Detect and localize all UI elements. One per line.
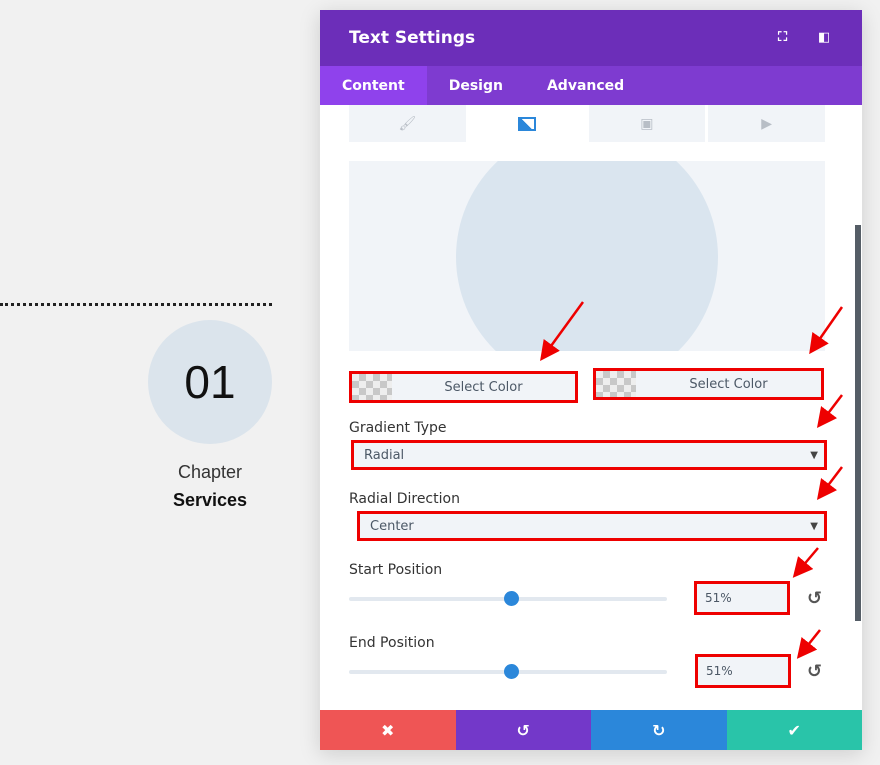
start-position-label: Start Position (349, 562, 443, 578)
slider-handle[interactable] (503, 664, 519, 679)
modal-tabs: Content Design Advanced (320, 66, 862, 105)
gradient-icon[interactable] (468, 105, 586, 142)
transparent-swatch (352, 374, 392, 400)
gradient-color-2-button[interactable]: Select Color (593, 368, 824, 400)
select-color-label: Select Color (689, 376, 768, 392)
scrollbar[interactable] (855, 225, 861, 621)
modal-title: Text Settings (349, 28, 476, 48)
image-icon[interactable]: ▣ (588, 105, 706, 142)
gradient-preview (349, 161, 825, 351)
modal-header: Text Settings ⛶ ◧ (320, 10, 862, 66)
paint-bucket-icon[interactable]: 🖌 (349, 105, 466, 142)
chapter-label: Chapter (177, 462, 243, 482)
select-color-label: Select Color (444, 379, 523, 395)
end-position-slider[interactable] (349, 664, 667, 679)
close-button[interactable]: ✖ (320, 710, 456, 750)
gradient-color-1-button[interactable]: Select Color (349, 371, 578, 403)
reset-icon[interactable]: ↺ (807, 661, 822, 682)
undo-button[interactable]: ↺ (455, 710, 591, 750)
chapter-title: Services (172, 490, 248, 510)
check-icon: ✔ (787, 720, 801, 740)
sidebar-layout-icon[interactable]: ◧ (818, 30, 832, 45)
slider-handle[interactable] (503, 591, 519, 606)
radial-direction-label: Radial Direction (349, 491, 460, 507)
redo-button[interactable]: ↻ (591, 710, 727, 750)
text-settings-modal: Text Settings ⛶ ◧ Content Design Advance… (320, 10, 862, 750)
gradient-type-label: Gradient Type (349, 420, 447, 436)
save-button[interactable]: ✔ (726, 710, 862, 750)
video-icon[interactable]: ▶ (708, 105, 825, 142)
reset-icon[interactable]: ↺ (807, 588, 822, 609)
dotted-divider (0, 303, 272, 306)
tab-advanced[interactable]: Advanced (525, 66, 646, 105)
chevron-down-icon: ▼ (810, 449, 818, 461)
radial-direction-select[interactable]: Center ▼ (357, 511, 827, 541)
tab-design[interactable]: Design (427, 66, 525, 105)
undo-icon: ↺ (516, 720, 530, 740)
modal-footer: ✖ ↺ ↻ ✔ (320, 710, 862, 750)
end-position-label: End Position (349, 635, 435, 651)
end-position-input[interactable]: 51% (695, 654, 791, 688)
close-icon: ✖ (381, 720, 395, 740)
tab-content[interactable]: Content (320, 66, 427, 105)
number-circle: 01 (148, 320, 272, 444)
fullscreen-icon[interactable]: ⛶ (778, 30, 792, 45)
transparent-swatch (596, 371, 636, 397)
background-type-tabs: 🖌 ▣ ▶ (349, 105, 825, 142)
gradient-type-select[interactable]: Radial ▼ (351, 440, 827, 470)
redo-icon: ↻ (652, 720, 666, 740)
chapter-number: 01 (184, 356, 236, 408)
chevron-down-icon: ▼ (810, 520, 818, 532)
start-position-input[interactable]: 51% (694, 581, 790, 615)
start-position-slider[interactable] (349, 591, 667, 606)
gradient-type-value: Radial (364, 447, 405, 463)
radial-direction-value: Center (370, 518, 414, 534)
